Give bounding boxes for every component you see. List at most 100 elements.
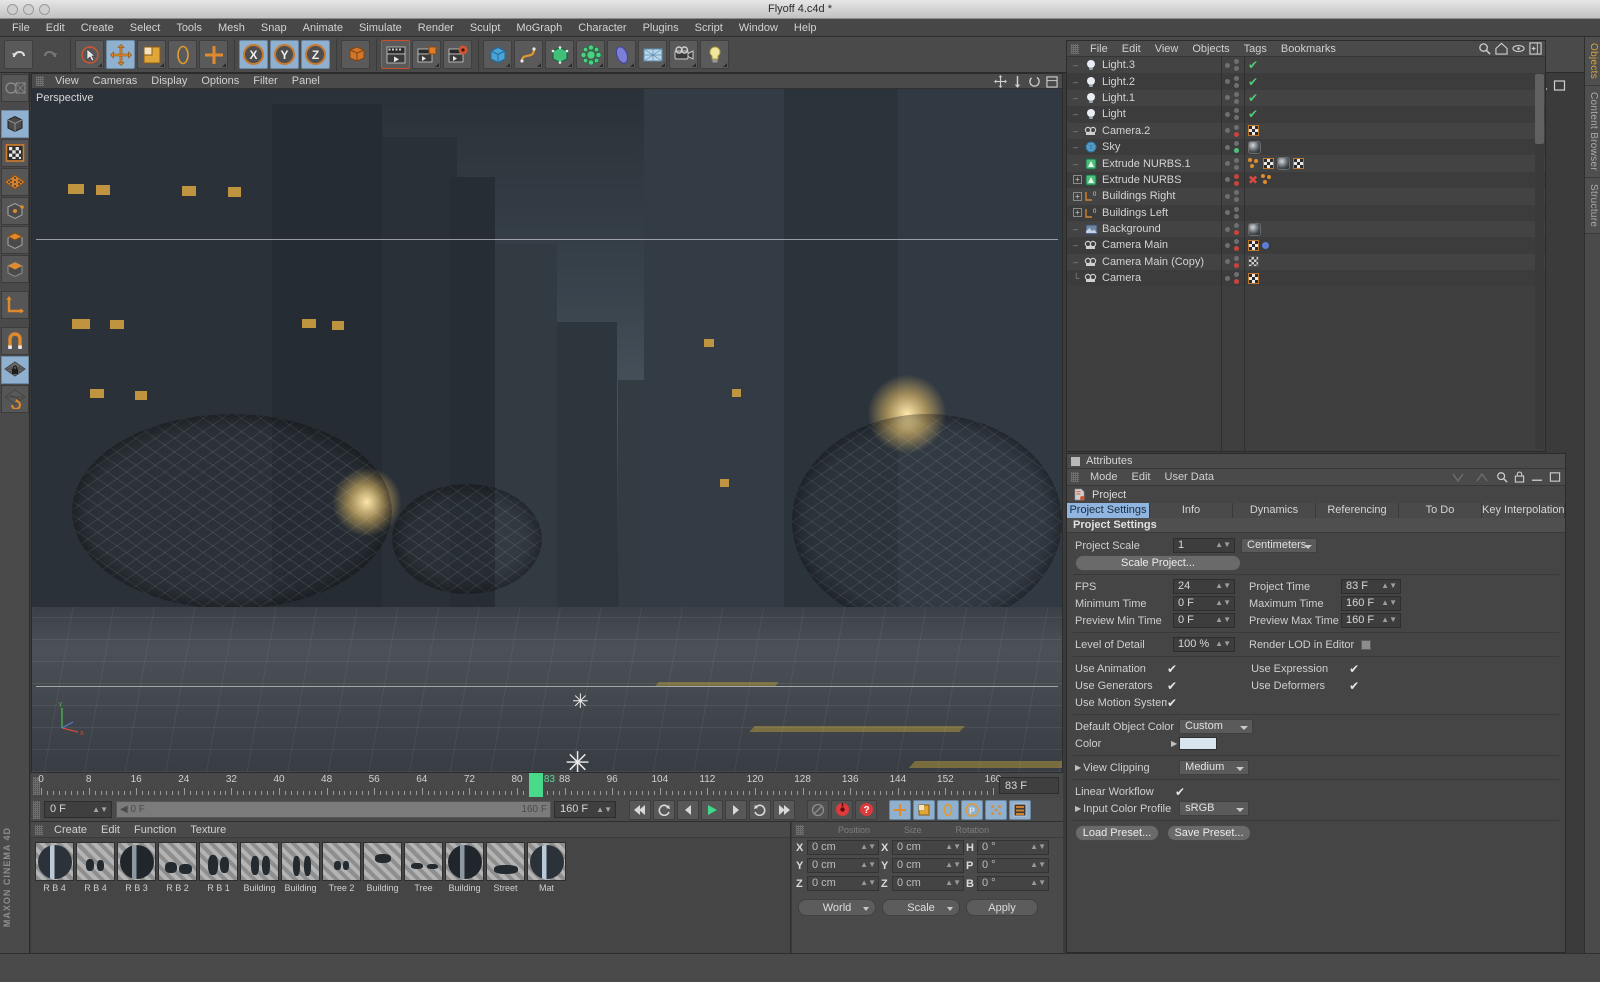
visibility-dot-pair[interactable] xyxy=(1234,207,1239,219)
visibility-dots[interactable] xyxy=(1222,73,1244,89)
expand-toggle[interactable]: + xyxy=(1073,208,1082,217)
menu-item-simulate[interactable]: Simulate xyxy=(351,20,410,36)
menu-item-create[interactable]: Create xyxy=(73,20,122,36)
position-z-field[interactable]: 0 cm▲▼ xyxy=(807,876,879,891)
size-mode-dropdown[interactable]: Scale xyxy=(882,899,960,916)
texture-tag-icon[interactable] xyxy=(1248,256,1259,267)
spinner-icon[interactable]: ▲▼ xyxy=(945,879,961,887)
viewport-menu-options[interactable]: Options xyxy=(194,75,246,87)
viewport-menu-cameras[interactable]: Cameras xyxy=(86,75,145,87)
material-item[interactable]: R B 3 xyxy=(117,842,156,953)
object-menu-bookmarks[interactable]: Bookmarks xyxy=(1274,43,1343,55)
visibility-dot[interactable] xyxy=(1234,174,1239,179)
tag-row[interactable] xyxy=(1245,205,1545,221)
material-preview[interactable] xyxy=(158,842,197,881)
chevron-right-icon[interactable]: ▶ xyxy=(1171,739,1177,748)
pan-view-icon[interactable] xyxy=(994,75,1007,88)
project-unit-dropdown[interactable]: Centimeters xyxy=(1241,538,1317,553)
material-item[interactable]: R B 2 xyxy=(158,842,197,953)
spinner-icon[interactable]: ▲▼ xyxy=(945,843,961,851)
size-x-field[interactable]: 0 cm▲▼ xyxy=(892,840,964,855)
visible-check-icon[interactable]: ✔ xyxy=(1248,108,1258,120)
add-tool[interactable] xyxy=(199,40,228,69)
attributes-menu-mode[interactable]: Mode xyxy=(1083,471,1125,483)
live-selection-tool[interactable] xyxy=(75,40,104,69)
chevron-right-icon[interactable]: ▶ xyxy=(1075,804,1081,813)
render-region-button[interactable] xyxy=(412,40,441,69)
spinner-icon[interactable]: ▲▼ xyxy=(1030,843,1046,851)
visibility-dots[interactable] xyxy=(1222,237,1244,253)
protection-tag-icon[interactable] xyxy=(1262,242,1269,249)
visibility-dot[interactable] xyxy=(1234,246,1239,251)
keyframe-selection-button[interactable]: ? xyxy=(855,800,877,820)
texture-tag-icon[interactable] xyxy=(1263,158,1274,169)
panel-grip-icon[interactable] xyxy=(796,825,804,835)
visibility-dot[interactable] xyxy=(1234,197,1239,202)
spinner-icon[interactable]: ▲▼ xyxy=(1215,582,1231,590)
enable-snap[interactable] xyxy=(1,327,29,355)
material-item[interactable]: Building xyxy=(281,842,320,953)
scene-null-object-selected[interactable]: ✳ xyxy=(565,749,590,772)
material-preview[interactable] xyxy=(117,842,156,881)
visibility-dot-pair[interactable] xyxy=(1234,92,1239,104)
next-key-button[interactable] xyxy=(749,800,771,820)
object-menu-objects[interactable]: Objects xyxy=(1185,43,1236,55)
timeline-ruler[interactable]: 0816243240485664728088961041121201281361… xyxy=(31,773,1063,799)
pla-key-button[interactable]: P xyxy=(961,800,983,820)
material-swatch-strip[interactable]: R B 4R B 4R B 3R B 2R B 1BuildingBuildin… xyxy=(31,838,790,953)
dolly-view-icon[interactable] xyxy=(1012,75,1023,88)
visibility-dot[interactable] xyxy=(1234,207,1239,212)
visibility-dots[interactable] xyxy=(1222,205,1244,221)
menu-item-character[interactable]: Character xyxy=(570,20,634,36)
enable-dot[interactable] xyxy=(1225,210,1230,215)
preview-range-bar[interactable]: ◀ 0 F 160 F xyxy=(116,801,551,818)
minimum-time-field[interactable]: 0 F ▲▼ xyxy=(1173,596,1235,611)
autokeying-button[interactable] xyxy=(831,800,853,820)
tag-row[interactable] xyxy=(1245,237,1545,253)
spinner-icon[interactable]: ▲▼ xyxy=(860,843,876,851)
tag-row[interactable] xyxy=(1245,221,1545,237)
visibility-dot[interactable] xyxy=(1234,223,1239,228)
linear-workflow-checkbox[interactable]: ✔ xyxy=(1175,786,1185,798)
visibility-dot[interactable] xyxy=(1234,125,1239,130)
menu-item-select[interactable]: Select xyxy=(122,20,169,36)
use-motion-system-checkbox[interactable]: ✔ xyxy=(1167,697,1177,709)
visibility-dot-pair[interactable] xyxy=(1234,239,1239,251)
spinner-icon[interactable]: ▲▼ xyxy=(860,879,876,887)
maximize-panel-icon[interactable] xyxy=(1549,471,1561,483)
material-item[interactable]: Tree xyxy=(404,842,443,953)
spinner-icon[interactable]: ▲▼ xyxy=(945,861,961,869)
spline-button[interactable] xyxy=(514,40,543,69)
object-manager-vscrollbar[interactable] xyxy=(1535,74,1544,449)
object-row[interactable]: –Light.1 xyxy=(1067,90,1222,106)
use-generators-checkbox[interactable]: ✔ xyxy=(1167,680,1177,692)
edges-mode[interactable] xyxy=(1,197,29,225)
tag-row[interactable]: ✔ xyxy=(1245,106,1545,122)
rotate-view-icon[interactable] xyxy=(1028,75,1041,88)
object-color-swatch[interactable] xyxy=(1179,737,1217,750)
tab-to-do[interactable]: To Do xyxy=(1399,503,1482,518)
object-row[interactable]: –Camera Main xyxy=(1067,237,1222,253)
enable-dot[interactable] xyxy=(1225,128,1230,133)
expand-toggle[interactable]: + xyxy=(1073,175,1082,184)
tag-row[interactable] xyxy=(1245,155,1545,171)
current-frame-field[interactable]: 83 F xyxy=(999,777,1059,794)
position-y-field[interactable]: 0 cm▲▼ xyxy=(807,858,879,873)
material-menu-edit[interactable]: Edit xyxy=(94,824,127,836)
viewport-menu-panel[interactable]: Panel xyxy=(285,75,327,87)
visibility-dot-pair[interactable] xyxy=(1234,76,1239,88)
axis-lock-z-button[interactable]: Z xyxy=(301,40,330,69)
object-row[interactable]: –Light.2 xyxy=(1067,73,1222,89)
preview-end-field[interactable]: 160 F ▲▼ xyxy=(554,801,616,818)
visibility-dot[interactable] xyxy=(1234,132,1239,137)
input-color-profile-dropdown[interactable]: sRGB xyxy=(1179,801,1249,816)
render-lod-checkbox[interactable] xyxy=(1361,640,1371,650)
lock-icon[interactable] xyxy=(1514,471,1525,483)
viewport-menu-filter[interactable]: Filter xyxy=(246,75,284,87)
spinner-icon[interactable]: ▲▼ xyxy=(596,805,612,814)
viewport-menu-view[interactable]: View xyxy=(48,75,86,87)
tag-row[interactable]: ✔ xyxy=(1245,90,1545,106)
menu-item-window[interactable]: Window xyxy=(731,20,786,36)
visibility-dots[interactable] xyxy=(1222,188,1244,204)
menu-item-mograph[interactable]: MoGraph xyxy=(508,20,570,36)
